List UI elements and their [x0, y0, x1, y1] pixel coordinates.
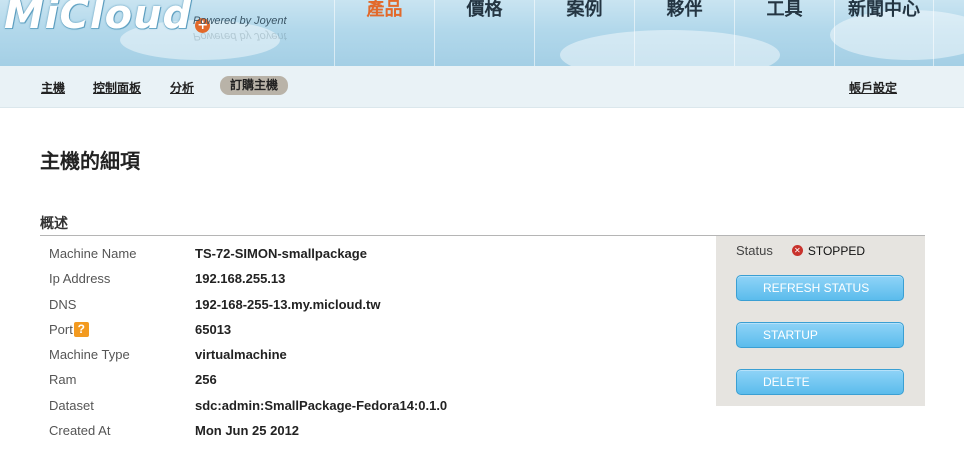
micloud-logo[interactable]: MiCloud +: [4, 0, 211, 38]
section-title-overview: 概述: [40, 216, 68, 232]
status-row: Status ✕ STOPPED: [736, 243, 865, 258]
detail-label: Dataset: [49, 397, 94, 413]
detail-label: Ram: [49, 372, 77, 388]
powered-by-text: Powered by Joyent: [193, 15, 287, 27]
site-header: MiCloud + Powered by Joyent Powered by J…: [0, 0, 964, 66]
detail-label: DNS: [49, 296, 77, 312]
detail-label: Machine Name: [49, 246, 137, 261]
detail-row-ram: Ram 256: [40, 362, 716, 387]
nav-item-news[interactable]: 新聞中心: [834, 0, 934, 66]
detail-value: 192-168-255-13.my.micloud.tw: [195, 296, 381, 312]
detail-value: TS-72-SIMON-smallpackage: [195, 246, 367, 261]
nav-item-products[interactable]: 產品: [334, 0, 434, 66]
detail-row-machine-type: Machine Type virtualmachine: [40, 337, 716, 362]
delete-button[interactable]: DELETE: [736, 369, 904, 395]
status-label: Status: [736, 243, 773, 258]
help-icon[interactable]: ?: [73, 321, 89, 337]
page-title: 主機的細項: [40, 149, 140, 173]
detail-row-dataset: Dataset sdc:admin:SmallPackage-Fedora14:…: [40, 388, 716, 413]
status-value: STOPPED: [807, 243, 865, 258]
detail-value: virtualmachine: [195, 347, 287, 363]
detail-row-port: Port ? 65013: [40, 312, 716, 337]
subnav-item-order-machine[interactable]: 訂購主機: [220, 76, 289, 95]
detail-label: Port: [49, 321, 73, 337]
nav-item-cases[interactable]: 案例: [534, 0, 634, 66]
detail-row-machine-name: Machine Name TS-72-SIMON-smallpackage: [40, 236, 716, 261]
nav-item-tools[interactable]: 工具: [734, 0, 834, 66]
detail-label: Machine Type: [49, 347, 130, 363]
status-panel: Status ✕ STOPPED REFRESH STATUS STARTUP …: [716, 236, 925, 406]
nav-item-pricing[interactable]: 價格: [434, 0, 534, 66]
detail-label-wrap: Port ?: [49, 321, 89, 337]
detail-value: sdc:admin:SmallPackage-Fedora14:0.1.0: [195, 397, 448, 413]
startup-button[interactable]: STARTUP: [736, 322, 904, 348]
detail-value: 192.168.255.13: [195, 271, 286, 287]
detail-label: Created At: [49, 423, 111, 439]
detail-value: 65013: [195, 321, 232, 337]
detail-row-ip-address: Ip Address 192.168.255.13: [40, 261, 716, 286]
detail-value: Mon Jun 25 2012: [195, 423, 300, 439]
main-nav: 產品 價格 案例 夥伴 工具 新聞中心: [334, 0, 934, 66]
subnav-item-analytics[interactable]: 分析: [170, 79, 194, 96]
detail-row-created-at: Created At Mon Jun 25 2012: [40, 413, 716, 438]
detail-value: 256: [195, 372, 217, 388]
stopped-icon: ✕: [791, 245, 803, 256]
powered-by-reflection: Powered by Joyent: [193, 30, 287, 42]
machine-details-list: Machine Name TS-72-SIMON-smallpackage Ip…: [40, 236, 716, 438]
sub-nav: 主機 控制面板 分析 訂購主機 帳戶設定: [0, 66, 964, 108]
subnav-item-dashboard[interactable]: 控制面板: [93, 79, 141, 96]
subnav-item-machines[interactable]: 主機: [41, 79, 65, 96]
logo-wordmark: MiCloud: [4, 0, 193, 38]
detail-row-dns: DNS 192-168-255-13.my.micloud.tw: [40, 287, 716, 312]
refresh-status-button[interactable]: REFRESH STATUS: [736, 275, 904, 301]
account-settings-link[interactable]: 帳戶設定: [849, 79, 897, 96]
nav-item-partners[interactable]: 夥伴: [634, 0, 734, 66]
detail-label: Ip Address: [49, 271, 111, 287]
